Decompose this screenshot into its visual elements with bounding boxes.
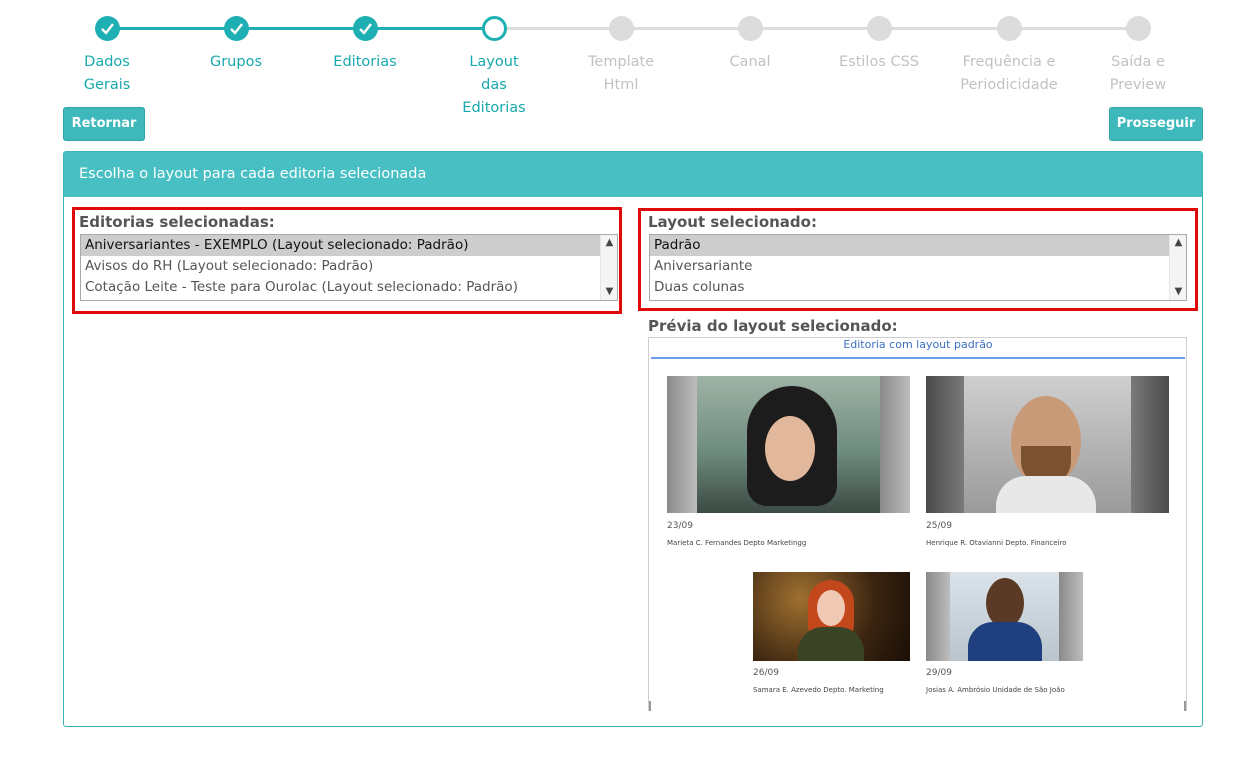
progress-line-todo <box>494 27 1139 30</box>
check-icon <box>224 16 249 41</box>
pending-step-icon <box>738 16 763 41</box>
photo-edge <box>1059 572 1083 661</box>
face-shape <box>817 590 845 626</box>
pending-step-icon <box>609 16 634 41</box>
scroll-down-icon[interactable]: ▼ <box>1170 284 1186 300</box>
editoria-option[interactable]: Aniversariantes - EXEMPLO (Layout seleci… <box>81 235 617 256</box>
pending-step-icon <box>867 16 892 41</box>
coat-shape <box>798 627 864 661</box>
photo-edge <box>880 376 910 513</box>
step-label: Frequência e Periodicidade <box>960 54 1058 93</box>
card-date: 23/09 <box>667 521 693 531</box>
shirt-shape <box>996 476 1096 513</box>
card-name: Marieta C. Fernandes Depto Marketingg <box>667 539 807 547</box>
layout-preview: Editoria com layout padrão 23/09 Marieta… <box>648 337 1187 711</box>
photo-edge <box>1131 376 1169 513</box>
editorias-scrollbar[interactable]: ▲ ▼ <box>600 235 617 300</box>
preview-bottom-edge <box>649 701 1186 711</box>
layout-option[interactable]: Aniversariante <box>650 256 1186 277</box>
step-label: Canal <box>729 54 771 70</box>
step-label: Dados Gerais <box>83 54 131 93</box>
step-label: Layout das Editorias <box>462 54 526 116</box>
face-shape <box>986 578 1024 628</box>
photo-image <box>753 572 910 661</box>
card-name: Josias A. Ambrósio Unidade de São João <box>926 686 1065 694</box>
card-name: Henrique R. Otavianni Depto. Financeiro <box>926 539 1067 547</box>
photo-image <box>926 572 1083 661</box>
step-label: Template Html <box>588 54 655 93</box>
prosseguir-button[interactable]: Prosseguir <box>1109 107 1203 141</box>
scroll-up-icon[interactable]: ▲ <box>1170 235 1186 251</box>
photo-image <box>926 376 1169 513</box>
step-label: Editorias <box>333 54 397 70</box>
editoria-option[interactable]: Avisos do RH (Layout selecionado: Padrão… <box>81 256 617 277</box>
scroll-up-icon[interactable]: ▲ <box>601 235 617 251</box>
layout-option[interactable]: Padrão <box>650 235 1186 256</box>
scroll-down-icon[interactable]: ▼ <box>601 284 617 300</box>
progress-line-done <box>107 27 494 30</box>
photo-edge <box>926 376 964 513</box>
preview-label: Prévia do layout selecionado: <box>648 317 898 335</box>
photo-image <box>667 376 910 513</box>
preview-title: Editoria com layout padrão <box>651 338 1185 359</box>
step-label: Saída e Preview <box>1109 54 1167 93</box>
photo-edge <box>667 376 697 513</box>
retornar-button[interactable]: Retornar <box>63 107 145 141</box>
check-icon <box>95 16 120 41</box>
editorias-label: Editorias selecionadas: <box>79 213 275 231</box>
pending-step-icon <box>997 16 1022 41</box>
layout-scrollbar[interactable]: ▲ ▼ <box>1169 235 1186 300</box>
card-date: 26/09 <box>753 668 779 678</box>
wizard-steps: Dados Gerais Grupos Editorias Layout das… <box>44 14 1204 116</box>
layout-option[interactable]: Duas colunas <box>650 277 1186 298</box>
panel-title: Escolha o layout para cada editoria sele… <box>64 152 1202 197</box>
photo-edge <box>926 572 950 661</box>
step-label: Estilos CSS <box>838 54 920 70</box>
step-label: Grupos <box>209 54 263 70</box>
face-shape <box>765 416 815 481</box>
editoria-option[interactable]: Cotação Leite - Teste para Ourolac (Layo… <box>81 277 617 298</box>
card-name: Samara E. Azevedo Depto. Marketing <box>753 686 884 694</box>
pending-step-icon <box>1126 16 1151 41</box>
card-date: 29/09 <box>926 668 952 678</box>
current-step-icon <box>482 16 507 41</box>
editorias-listbox[interactable]: Aniversariantes - EXEMPLO (Layout seleci… <box>80 234 618 301</box>
layout-listbox[interactable]: Padrão Aniversariante Duas colunas ▲ ▼ <box>649 234 1187 301</box>
check-icon <box>353 16 378 41</box>
shirt-shape <box>968 622 1042 661</box>
card-date: 25/09 <box>926 521 952 531</box>
layout-label: Layout selecionado: <box>648 213 817 231</box>
